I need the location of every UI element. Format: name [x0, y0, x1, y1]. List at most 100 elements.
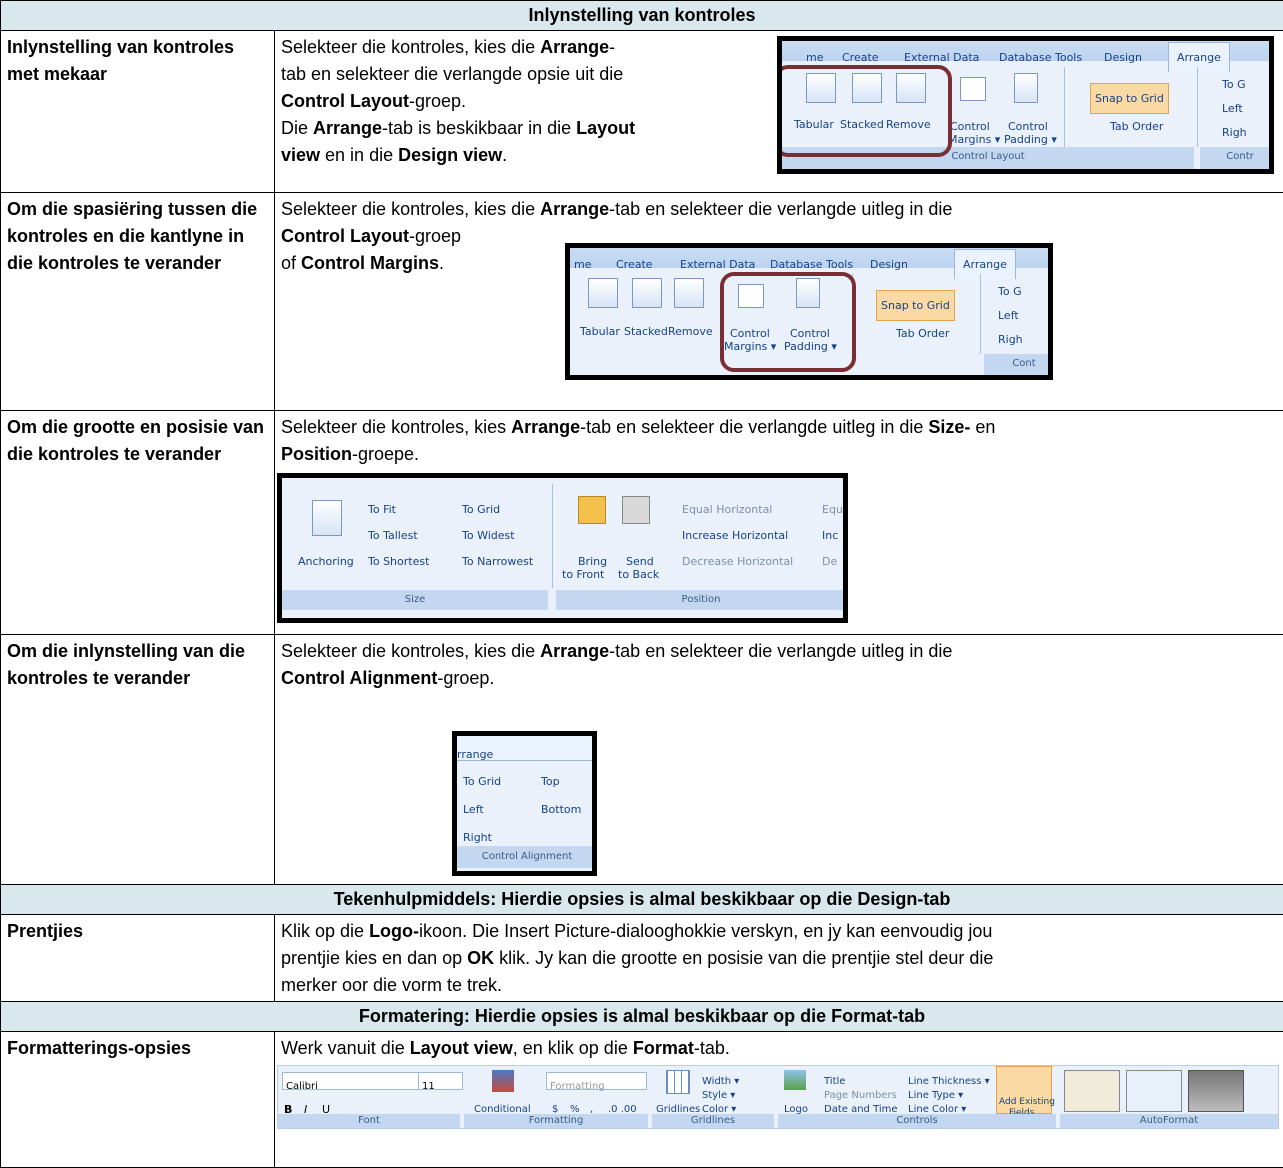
- bold-run: Design view: [398, 145, 502, 165]
- bring-to-front-icon: [578, 496, 606, 524]
- bold-run: Control Margins: [301, 253, 439, 273]
- gridlines-icon: [666, 1070, 690, 1094]
- add-existing-fields-button[interactable]: Add Existing Fields: [996, 1066, 1052, 1114]
- row-content: Selekteer die kontroles, kies die Arrang…: [275, 635, 1283, 885]
- text-run: Werk vanuit die: [281, 1038, 410, 1058]
- text-run: of: [281, 253, 301, 273]
- bold-run: Arrange: [511, 417, 580, 437]
- conditional-icon: [492, 1070, 514, 1092]
- highlight-circle: [777, 65, 952, 157]
- row-text: Klik op die Logo-ikoon. Die Insert Pictu…: [281, 918, 1277, 999]
- bold-run: Arrange: [313, 118, 382, 138]
- ribbon-screenshot-size-position: Anchoring To Fit To Tallest To Shortest …: [277, 473, 848, 623]
- section-title: Formatering: Hierdie opsies is almal bes…: [1, 1002, 1283, 1032]
- autoformat-swatch[interactable]: [1188, 1070, 1244, 1112]
- text-run: merker oor die vorm te trek.: [281, 975, 502, 995]
- anchoring-icon: [312, 500, 342, 536]
- size-select[interactable]: 11: [418, 1072, 463, 1090]
- text-run: klik. Jy kan die grootte en posisie van …: [494, 948, 993, 968]
- to-grid-button: To Grid: [463, 768, 501, 795]
- text-run: en: [970, 417, 995, 437]
- text-run: Die: [281, 118, 313, 138]
- bold-run: Control Layout: [281, 226, 409, 246]
- text-run: -groepe.: [352, 444, 419, 464]
- text-line: Position-groepe.: [281, 441, 1277, 468]
- text-run: Selekteer die kontroles, kies: [281, 417, 511, 437]
- bold-run: OK: [467, 948, 494, 968]
- left-button: Left: [463, 796, 484, 823]
- text-run: -: [609, 37, 615, 57]
- text-run: .: [502, 145, 507, 165]
- text-line: Control Alignment-groep.: [281, 665, 1277, 692]
- ribbon-screenshot-control-margins: me Create External Data Database Tools D…: [565, 243, 1053, 380]
- text-run: -groep.: [409, 91, 466, 111]
- text-run: -groep: [409, 226, 461, 246]
- text-run: Selekteer die kontroles, kies die: [281, 37, 540, 57]
- snap-to-grid-button: Snap to Grid: [876, 290, 955, 321]
- text-run: -groep.: [437, 668, 494, 688]
- bold-run: Arrange: [540, 37, 609, 57]
- send-to-back-icon: [622, 496, 650, 524]
- section-title: Inlynstelling van kontroles: [1, 1, 1283, 31]
- row-label: Om die grootte en posisie van die kontro…: [1, 411, 275, 635]
- text-run: prentjie kies en dan op: [281, 948, 467, 968]
- text-run: -tab en selekteer die verlangde uitleg i…: [609, 641, 952, 661]
- bold-run: Position: [281, 444, 352, 464]
- row-label: Om die inlynstelling van die kontroles t…: [1, 635, 275, 885]
- tab-arrange: rrange: [457, 741, 493, 768]
- text-line: Selekteer die kontroles, kies die Arrang…: [281, 196, 1277, 223]
- to-shortest-button: To Shortest: [368, 548, 429, 575]
- bold-run: Control Layout: [281, 91, 409, 111]
- bold-run: Arrange: [540, 641, 609, 661]
- text-line: Selekteer die kontroles, kies die Arrang…: [281, 638, 1277, 665]
- section-title: Tekenhulpmiddels: Hierdie opsies is alma…: [1, 885, 1283, 915]
- remove-icon: [674, 278, 704, 308]
- bold-run: Logo-: [369, 921, 419, 941]
- tab-arrange: Arrange: [1168, 42, 1230, 72]
- top-button: Top: [541, 768, 560, 795]
- snap-to-grid-button: Snap to Grid: [1090, 83, 1169, 114]
- tabular-icon: [588, 278, 618, 308]
- row-label: Formatterings-opsies: [1, 1032, 275, 1168]
- ribbon-screenshot-control-alignment: rrange To Grid Top Left Bottom Right Con…: [452, 731, 597, 876]
- text-run: Selekteer die kontroles, kies die: [281, 199, 540, 219]
- to-grid-button: To Grid: [462, 496, 500, 523]
- row-content: Werk vanuit die Layout view, en klik op …: [275, 1032, 1283, 1168]
- ribbon-tabs: me Create External Data Database Tools D…: [782, 41, 1269, 61]
- to-narrowest-button: To Narrowest: [462, 548, 533, 575]
- autoformat-swatch[interactable]: [1064, 1070, 1120, 1112]
- ribbon-screenshot-format: Calibri 11 B I U Conditional Formatting …: [277, 1065, 1279, 1129]
- row-content: Selekteer die kontroles, kies Arrange-ta…: [275, 411, 1283, 635]
- bold-run: Layout: [576, 118, 635, 138]
- text-run: en in die: [320, 145, 398, 165]
- autoformat-swatch[interactable]: [1126, 1070, 1182, 1112]
- document-table: Inlynstelling van kontroles Inlynstellin…: [0, 0, 1283, 1168]
- bold-run: view: [281, 145, 320, 165]
- row-content: Selekteer die kontroles, kies die Arrang…: [275, 31, 1283, 193]
- bold-run: Layout view: [410, 1038, 513, 1058]
- ribbon-tabs: me Create External Data Database Tools D…: [570, 248, 1048, 268]
- font-select[interactable]: Calibri: [282, 1072, 437, 1090]
- text-run: Selekteer die kontroles, kies die: [281, 641, 540, 661]
- control-padding-icon: [1014, 73, 1038, 103]
- bold-run: Format: [633, 1038, 694, 1058]
- text-run: , en klik op die: [513, 1038, 633, 1058]
- row-text: Selekteer die kontroles, kies die Arrang…: [281, 638, 1277, 692]
- bold-run: Control Alignment: [281, 668, 437, 688]
- bold-run: Arrange: [540, 199, 609, 219]
- row-text: Selekteer die kontroles, kies Arrange-ta…: [281, 414, 1277, 468]
- logo-icon: [784, 1070, 806, 1090]
- ribbon-screenshot-control-layout: me Create External Data Database Tools D…: [777, 36, 1274, 174]
- formatting-select[interactable]: Formatting: [546, 1072, 647, 1090]
- text-run: Klik op die: [281, 921, 369, 941]
- text-line: Klik op die Logo-ikoon. Die Insert Pictu…: [281, 918, 1277, 945]
- to-widest-button: To Widest: [462, 522, 515, 549]
- tab-arrange: Arrange: [954, 249, 1016, 279]
- text-line: merker oor die vorm te trek.: [281, 972, 1277, 999]
- bottom-button: Bottom: [541, 796, 581, 823]
- text-run: .: [439, 253, 444, 273]
- text-run: -tab.: [694, 1038, 730, 1058]
- row-label: Prentjies: [1, 915, 275, 1002]
- row-text: Werk vanuit die Layout view, en klik op …: [281, 1035, 1277, 1062]
- text-run: -tab en selekteer die verlangde uitleg i…: [609, 199, 952, 219]
